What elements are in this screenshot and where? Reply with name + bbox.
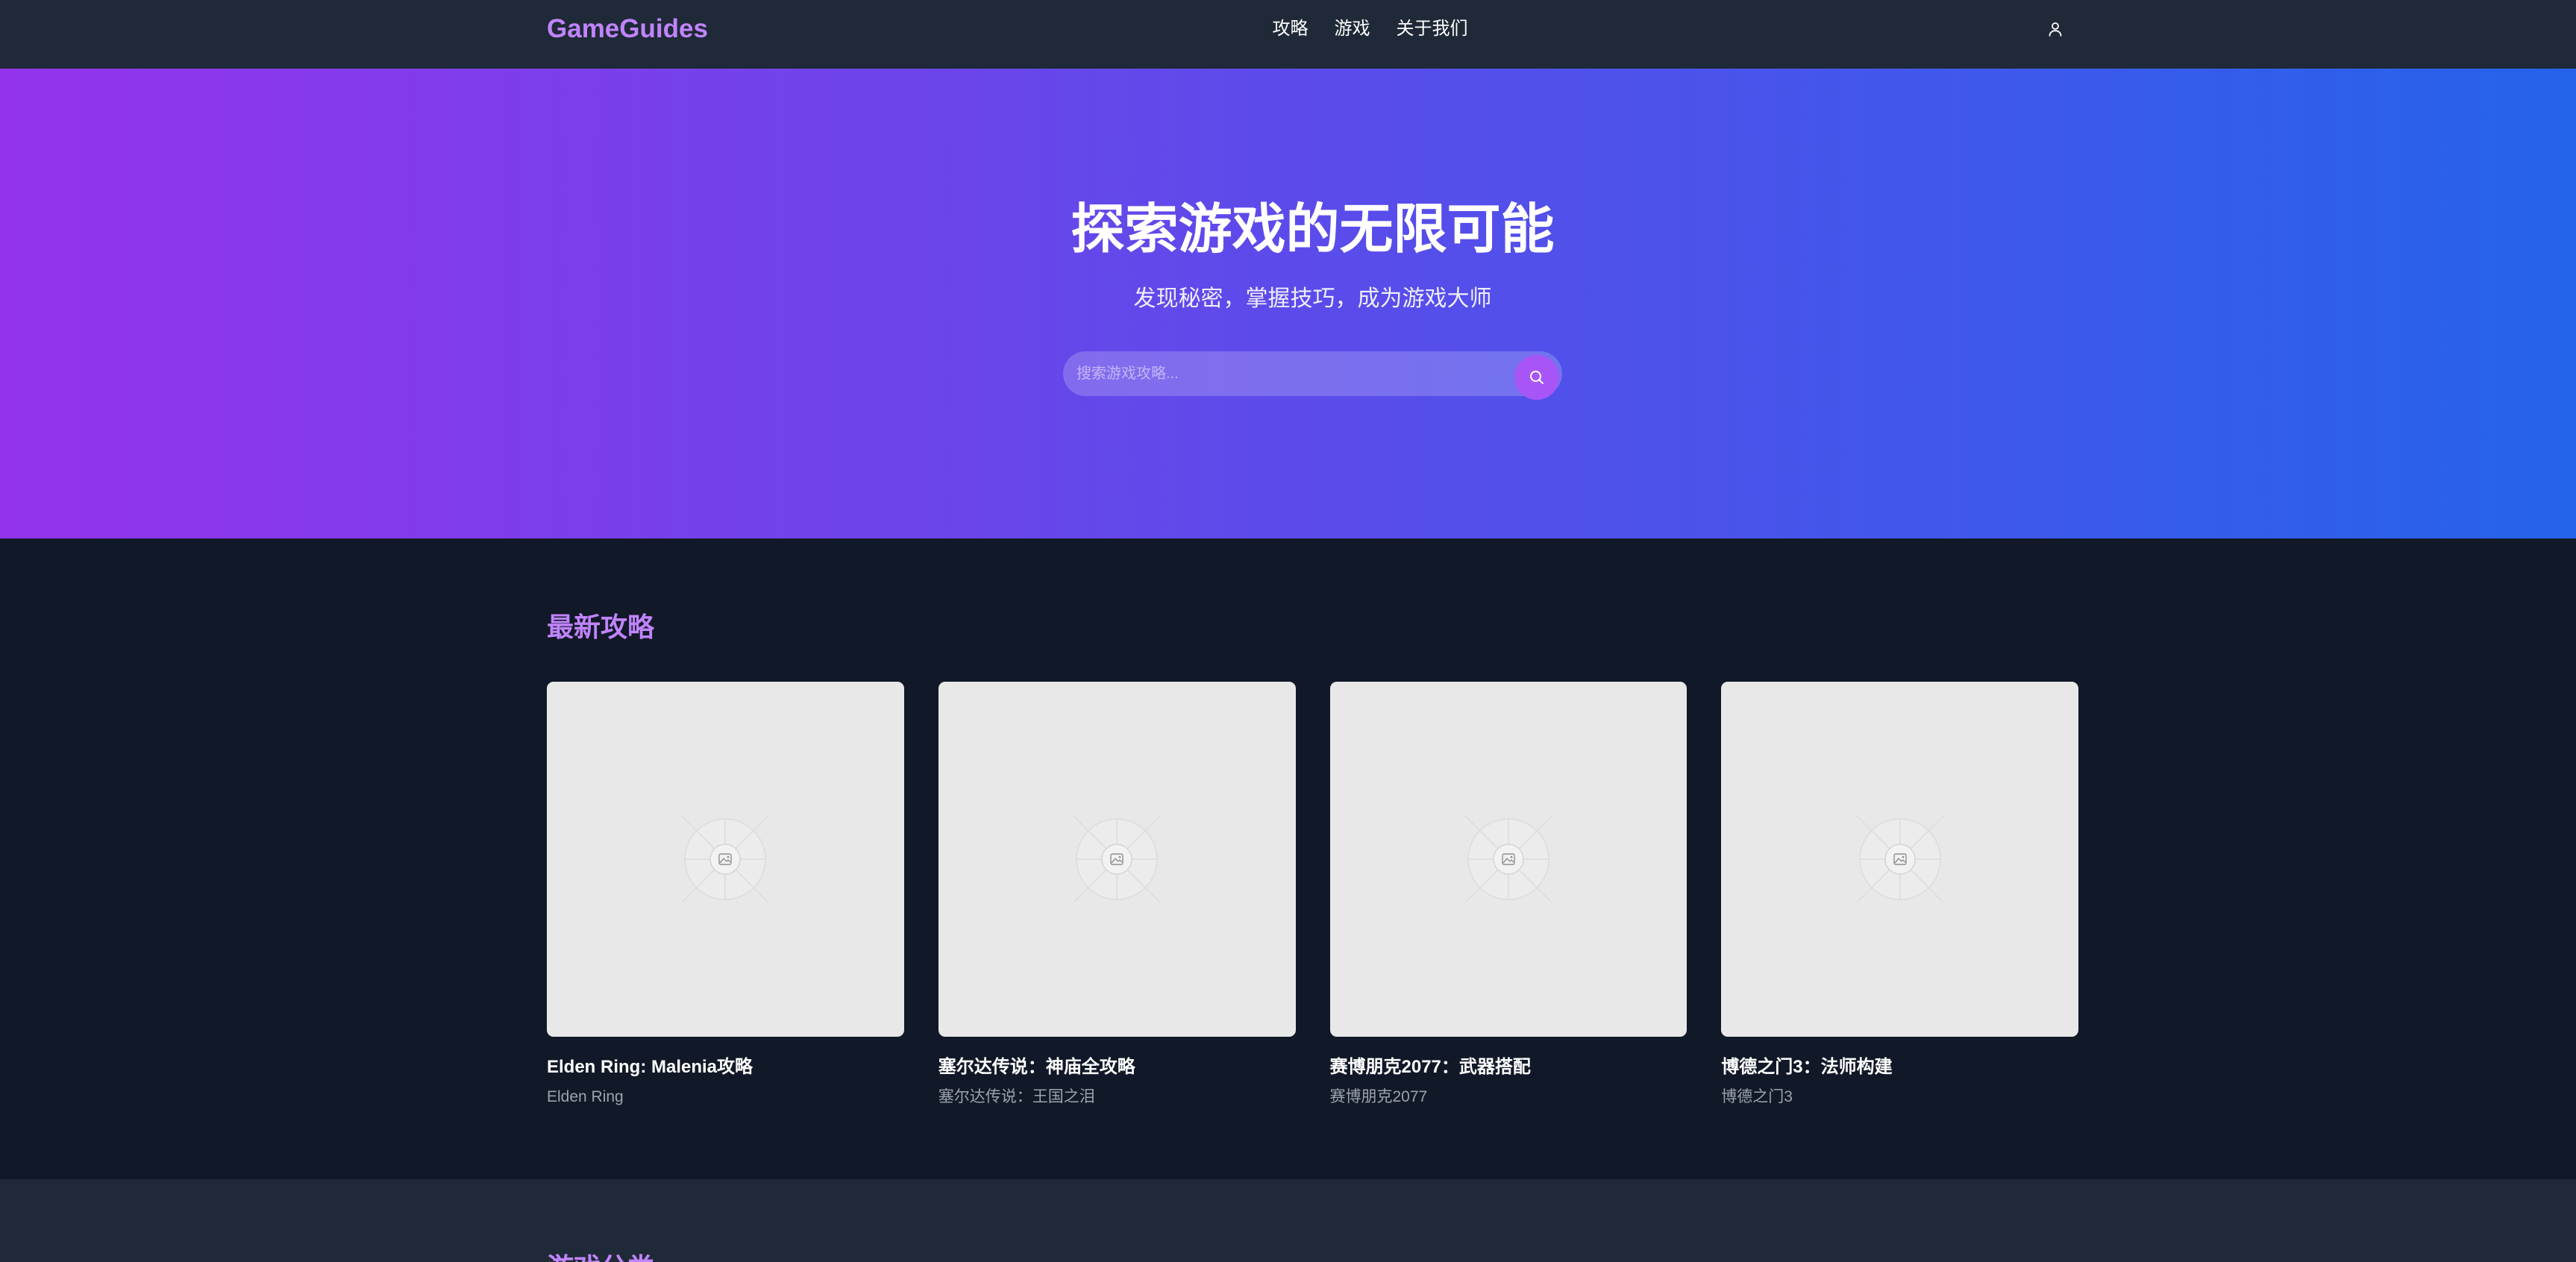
guide-card[interactable]: Elden Ring: Malenia攻略 Elden Ring xyxy=(547,682,904,1108)
image-placeholder-icon xyxy=(1073,815,1161,903)
game-categories-heading: 游戏分类 xyxy=(547,1250,2078,1262)
guide-cards-grid: Elden Ring: Malenia攻略 Elden Ring 塞尔达传说：神… xyxy=(547,682,2078,1108)
game-categories-section: 游戏分类 xyxy=(0,1179,2576,1262)
latest-guides-container: 最新攻略 Elden Ring: Malenia攻略 Elden Ring 塞尔… xyxy=(547,609,2078,1108)
image-placeholder-icon xyxy=(1464,815,1552,903)
guide-card-game: Elden Ring xyxy=(547,1088,624,1105)
guide-card-image xyxy=(1329,682,1687,1037)
site-header: GameGuides 攻略 游戏 关于我们 xyxy=(0,0,2576,69)
header-container: GameGuides 攻略 游戏 关于我们 xyxy=(547,0,2078,57)
guide-card[interactable]: 塞尔达传说：神庙全攻略 塞尔达传说：王国之泪 xyxy=(938,682,1296,1108)
nav-item-guides[interactable]: 攻略 xyxy=(1272,17,1308,41)
guide-card[interactable]: 博德之门3：法师构建 博德之门3 xyxy=(1721,682,2078,1108)
guide-card-game: 塞尔达传说：王国之泪 xyxy=(938,1088,1095,1105)
guide-card-game: 赛博朋克2077 xyxy=(1329,1088,1428,1105)
user-icon xyxy=(2049,22,2062,37)
guide-card-title: 博德之门3：法师构建 xyxy=(1721,1057,1893,1077)
guide-card-title: 赛博朋克2077：武器搭配 xyxy=(1329,1057,1531,1077)
hero-banner: 探索游戏的无限可能 发现秘密，掌握技巧，成为游戏大师 xyxy=(0,69,2576,539)
search-icon xyxy=(1530,371,1544,384)
nav-item-games[interactable]: 游戏 xyxy=(1334,17,1370,41)
latest-guides-heading: 最新攻略 xyxy=(547,612,655,642)
search-form xyxy=(1063,351,1562,400)
guide-card-image xyxy=(938,682,1296,1037)
guide-card-image xyxy=(547,682,904,1037)
hero-title: 探索游戏的无限可能 xyxy=(1071,200,1555,260)
image-placeholder-icon xyxy=(1856,815,1944,903)
guide-card-title: Elden Ring: Malenia攻略 xyxy=(547,1057,753,1077)
hero-subtitle: 发现秘密，掌握技巧，成为游戏大师 xyxy=(1133,286,1492,311)
guide-card-image xyxy=(1721,682,2078,1037)
search-button[interactable] xyxy=(1514,355,1559,400)
hero-container: 探索游戏的无限可能 发现秘密，掌握技巧，成为游戏大师 xyxy=(547,198,2078,400)
user-account-button[interactable] xyxy=(2032,11,2078,47)
image-placeholder-icon xyxy=(681,815,769,903)
guide-card[interactable]: 赛博朋克2077：武器搭配 赛博朋克2077 xyxy=(1329,682,1687,1108)
game-categories-container: 游戏分类 xyxy=(547,1250,2078,1262)
nav-item-about[interactable]: 关于我们 xyxy=(1396,17,1467,41)
search-input[interactable] xyxy=(1063,351,1562,396)
guide-card-title: 塞尔达传说：神庙全攻略 xyxy=(938,1057,1135,1077)
latest-guides-section: 最新攻略 Elden Ring: Malenia攻略 Elden Ring 塞尔… xyxy=(0,539,2576,1179)
logo-link[interactable]: GameGuides xyxy=(547,13,708,45)
guide-card-game: 博德之门3 xyxy=(1721,1088,1793,1105)
main-nav: 攻略 游戏 关于我们 xyxy=(1272,17,1467,41)
